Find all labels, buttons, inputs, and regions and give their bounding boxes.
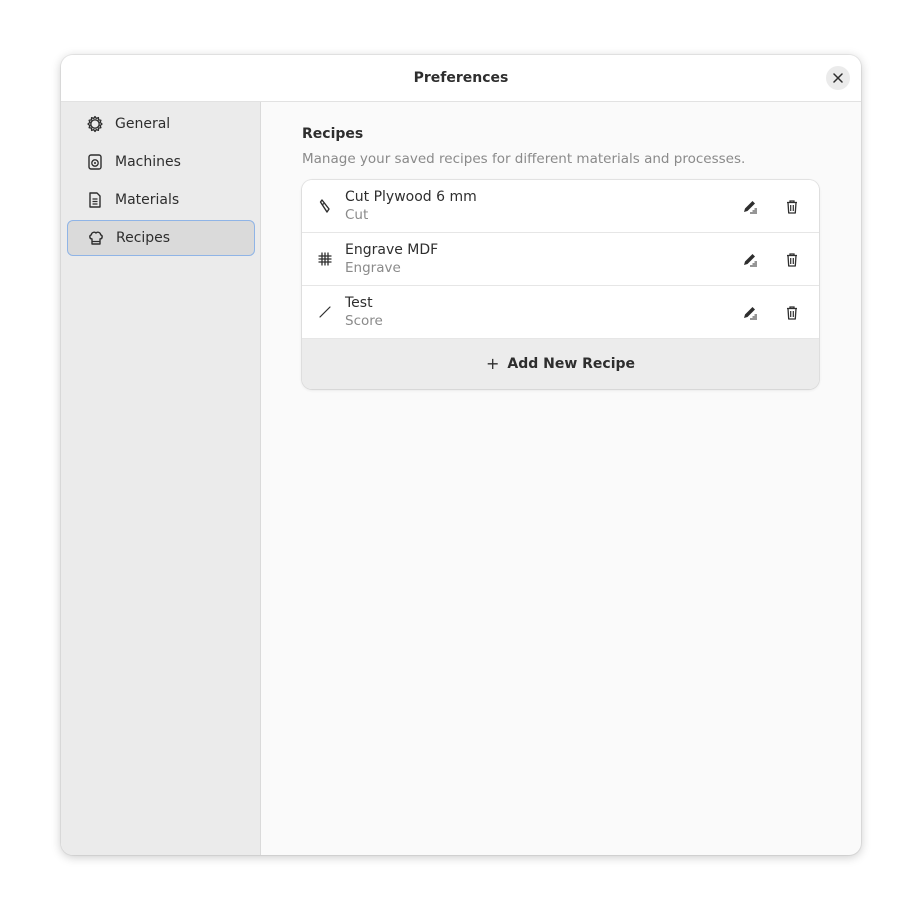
sidebar: General Machines Materials Recipes [61,102,261,855]
knife-icon [316,197,334,215]
recipe-name: Test [345,295,373,311]
sidebar-item-machines[interactable]: Machines [67,144,255,180]
recipe-row[interactable]: Engrave MDF Engrave [302,233,819,286]
recipe-name: Engrave MDF [345,242,439,258]
delete-recipe-button[interactable] [778,246,806,274]
sidebar-item-materials[interactable]: Materials [67,182,255,218]
document-icon [86,191,104,209]
plus-icon: + [485,354,500,373]
edit-icon [744,201,757,214]
edit-icon [744,307,757,320]
recipe-type: Score [345,313,383,329]
line-icon [316,303,334,321]
grid-icon [316,250,334,268]
section-description: Manage your saved recipes for different … [302,151,746,167]
sidebar-item-label: Machines [115,154,181,170]
recipes-page: Recipes Manage your saved recipes for di… [261,102,861,855]
trash-icon [787,200,797,214]
edit-icon [744,254,757,267]
preferences-window: Preferences General Machines Materials R… [61,55,861,855]
chef-hat-icon [87,229,105,247]
recipe-name: Cut Plywood 6 mm [345,189,477,205]
recipe-list: Cut Plywood 6 mm Cut Engrave MDF Engrave… [302,180,819,389]
trash-icon [787,306,797,320]
delete-recipe-button[interactable] [778,299,806,327]
window-title: Preferences [413,70,509,86]
edit-recipe-button[interactable] [736,299,764,327]
trash-icon [787,253,797,267]
sidebar-item-label: Recipes [116,230,171,246]
sidebar-item-label: Materials [115,192,180,208]
delete-recipe-button[interactable] [778,193,806,221]
section-title: Recipes [302,126,364,142]
sidebar-item-recipes[interactable]: Recipes [67,220,255,256]
close-icon [833,73,843,83]
header-bar: Preferences [61,55,861,102]
edit-recipe-button[interactable] [736,193,764,221]
recipe-type: Engrave [345,260,401,276]
close-button[interactable] [826,66,850,90]
recipe-row[interactable]: Test Score [302,286,819,339]
sidebar-item-label: General [115,116,171,132]
add-new-recipe-button[interactable]: + Add New Recipe [302,339,819,389]
gear-icon [86,115,104,133]
sidebar-item-general[interactable]: General [67,106,255,142]
recipe-type: Cut [345,207,369,223]
machine-icon [86,153,104,171]
recipe-row[interactable]: Cut Plywood 6 mm Cut [302,180,819,233]
edit-recipe-button[interactable] [736,246,764,274]
add-new-recipe-label: Add New Recipe [507,356,636,372]
